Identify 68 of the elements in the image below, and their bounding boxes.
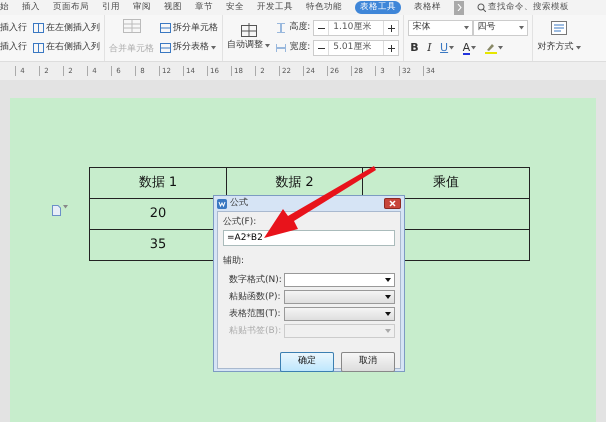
menu-tab[interactable]: 特色功能 <box>306 1 342 14</box>
menu-tab[interactable]: 始 <box>0 1 9 14</box>
align-icon <box>550 21 567 36</box>
menu-tab[interactable]: 引用 <box>102 1 120 14</box>
ribbon-button[interactable]: 在左侧插入列 <box>33 22 100 35</box>
menu-tab[interactable]: 页面布局 <box>53 1 89 14</box>
ribbon-button[interactable]: 插入行 <box>0 22 27 35</box>
insert-column-icon <box>33 42 44 53</box>
plus-icon <box>388 24 395 32</box>
ribbon-button[interactable]: 拆分表格 <box>160 41 218 54</box>
menu-tab[interactable]: 视图 <box>164 1 182 14</box>
ribbon-button[interactable]: 插入行 <box>0 41 27 54</box>
width-icon <box>276 43 286 53</box>
split-table-icon <box>160 42 171 53</box>
caret-icon <box>385 278 391 282</box>
field-label: 粘贴函数(P): <box>229 292 282 302</box>
ribbon-button[interactable]: 拆分单元格 <box>160 22 218 35</box>
dropdown-field[interactable] <box>284 273 395 287</box>
caret-icon <box>519 26 524 30</box>
format-button[interactable]: B <box>408 40 421 56</box>
menu-tab[interactable]: 章节 <box>195 1 213 14</box>
menu-tab[interactable]: 表格工具 <box>355 1 401 14</box>
highlighter-icon <box>484 42 497 54</box>
more-tabs-button[interactable] <box>454 0 464 14</box>
field-label: 高度: <box>289 21 310 34</box>
formula-field[interactable]: =A2*B2 <box>223 230 395 246</box>
close-icon <box>389 200 396 207</box>
field-label: 宽度: <box>289 41 310 54</box>
split-table-icon <box>160 23 171 34</box>
dialog-button[interactable]: 确定 <box>280 352 334 372</box>
caret-icon <box>385 329 391 333</box>
size-spinner[interactable]: 1.10厘米 <box>313 20 400 36</box>
dropdown-field[interactable] <box>284 290 395 304</box>
plus-icon <box>388 44 395 52</box>
caret-icon <box>385 295 391 299</box>
ribbon-button[interactable]: 在右侧插入列 <box>33 41 100 54</box>
font-size-dropdown[interactable]: 四号 <box>473 20 528 36</box>
caret-icon <box>385 312 391 316</box>
font-name-dropdown[interactable]: 宋体 <box>408 20 474 36</box>
format-button[interactable]: I <box>425 40 434 56</box>
dropdown-field[interactable] <box>284 307 395 321</box>
autofit-button[interactable]: 自动调整 <box>227 23 270 53</box>
height-icon <box>276 23 286 33</box>
field-label: 表格范围(T): <box>229 308 282 320</box>
table-icon <box>240 23 257 38</box>
format-button[interactable]: A <box>460 40 478 56</box>
document-icon[interactable] <box>52 205 68 217</box>
table-cell: 数据 1 <box>90 168 226 198</box>
field-label: 数字格式(N): <box>229 274 283 286</box>
menu-tab[interactable]: 表格样 <box>414 1 441 14</box>
insert-column-icon <box>33 23 44 34</box>
menu-tab[interactable]: 开发工具 <box>257 1 293 14</box>
search-field[interactable]: 查找命令、搜索模板 <box>477 1 569 14</box>
field-label: 粘贴书签(B): <box>229 326 282 336</box>
caret-icon <box>464 26 470 30</box>
search-icon <box>477 3 486 12</box>
dialog-title: 公式 <box>230 196 248 210</box>
table-icon <box>122 19 140 34</box>
format-button[interactable]: U <box>438 40 456 56</box>
app-icon <box>217 198 227 208</box>
chevron-icon <box>456 4 462 11</box>
close-button[interactable] <box>384 198 401 209</box>
size-spinner[interactable]: 5.01厘米 <box>313 40 400 56</box>
menu-tab[interactable]: 插入 <box>22 1 40 14</box>
menu-tab[interactable]: 审阅 <box>133 1 151 14</box>
align-button[interactable]: 对齐方式 <box>537 21 581 55</box>
menu-tab[interactable]: 安全 <box>226 1 244 14</box>
dialog-button[interactable]: 取消 <box>341 352 395 372</box>
